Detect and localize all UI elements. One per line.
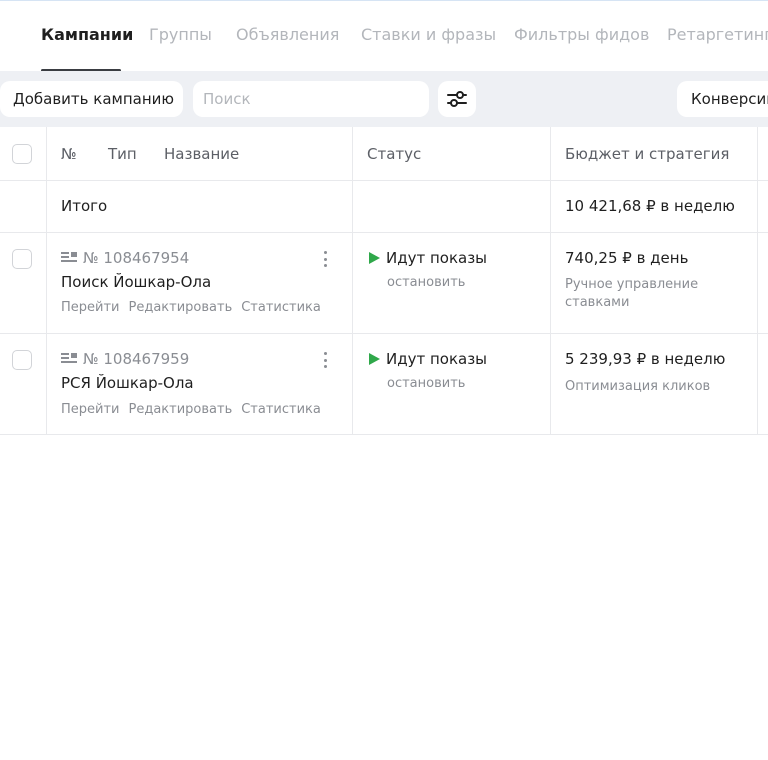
conversions-button[interactable]: Конверсии [677,81,768,117]
header-status[interactable]: Статус [367,145,421,163]
row-divider [0,180,768,181]
go-link[interactable]: Перейти [61,300,120,315]
tab-feed-filters[interactable]: Фильтры фидов [514,25,649,44]
add-campaign-button[interactable]: Добавить кампанию [0,81,183,117]
campaign-links: Перейти Редактировать Статистика [61,402,321,417]
select-all-checkbox[interactable] [12,144,32,164]
campaign-links: Перейти Редактировать Статистика [61,300,321,315]
campaign-strategy-cont: ставками [565,295,630,310]
column-divider [352,127,353,435]
more-vertical-icon[interactable] [318,249,332,269]
text-ad-icon [61,252,77,262]
row-checkbox[interactable] [12,249,32,269]
status-badge: Идут показы [369,350,487,368]
campaign-name[interactable]: Поиск Йошкар-Ола [61,273,211,291]
column-divider [757,127,758,435]
stop-link[interactable]: остановить [387,376,465,391]
status-text: Идут показы [386,249,488,267]
tab-bar: Кампании Группы Объявления Ставки и фраз… [0,1,768,72]
edit-link[interactable]: Редактировать [129,402,233,417]
campaign-id-text: № 108467959 [83,350,190,368]
status-text: Идут показы [386,350,488,368]
tab-groups[interactable]: Группы [149,25,212,44]
tab-ads[interactable]: Объявления [236,25,339,44]
header-type[interactable]: Тип [108,145,137,163]
header-name[interactable]: Название [164,145,239,163]
text-ad-icon [61,353,77,363]
campaign-id: № 108467954 [61,249,189,267]
campaign-budget: 740,25 ₽ в день [565,249,689,267]
filter-button[interactable] [438,81,476,117]
campaign-budget: 5 239,93 ₽ в неделю [565,350,726,368]
campaign-id: № 108467959 [61,350,189,368]
campaign-strategy: Ручное управление [565,277,699,292]
column-divider [550,127,551,435]
column-divider [46,127,47,435]
tab-bids-and-phrases[interactable]: Ставки и фразы [361,25,496,44]
header-budget[interactable]: Бюджет и стратегия [565,145,729,163]
toolbar: Добавить кампанию Конверсии [0,71,768,127]
tab-campaigns[interactable]: Кампании [41,25,133,44]
campaign-strategy: Оптимизация кликов [565,379,711,394]
tab-retargeting[interactable]: Ретаргетинг [667,25,768,44]
header-number[interactable]: № [61,145,77,163]
edit-link[interactable]: Редактировать [129,300,233,315]
campaign-name[interactable]: РСЯ Йошкар-Ола [61,374,194,392]
row-checkbox[interactable] [12,350,32,370]
sliders-icon [447,91,467,107]
row-divider [0,333,768,334]
more-vertical-icon[interactable] [318,350,332,370]
total-label: Итого [61,197,108,215]
play-icon [369,252,380,264]
statistics-link[interactable]: Статистика [241,300,321,315]
row-divider [0,232,768,233]
go-link[interactable]: Перейти [61,402,120,417]
statistics-link[interactable]: Статистика [241,402,321,417]
stop-link[interactable]: остановить [387,275,465,290]
search-input[interactable] [193,81,429,117]
row-divider [0,434,768,435]
total-budget: 10 421,68 ₽ в неделю [565,197,735,215]
status-badge: Идут показы [369,249,487,267]
play-icon [369,353,380,365]
campaign-id-text: № 108467954 [83,249,190,267]
